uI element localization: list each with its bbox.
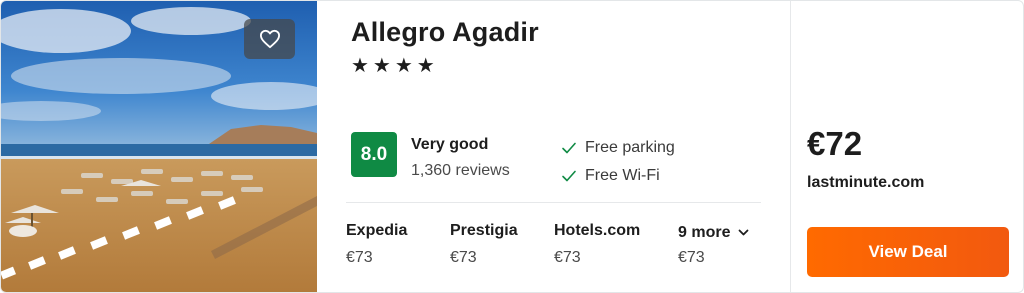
- hotel-result-card[interactable]: Allegro Agadir ★★★★ 8.0 Very good 1,360 …: [0, 0, 1024, 293]
- rating-label: Very good: [411, 136, 489, 153]
- amenity-free-parking: Free parking: [561, 139, 675, 157]
- amenity-label: Free Wi-Fi: [585, 167, 660, 184]
- provider-name: Hotels.com: [554, 222, 641, 239]
- divider: [790, 1, 791, 292]
- amenity-free-wifi: Free Wi-Fi: [561, 167, 660, 185]
- more-providers-label: 9 more: [678, 224, 731, 241]
- best-price: €72: [807, 125, 863, 162]
- check-icon: [562, 170, 576, 182]
- more-providers-button[interactable]: 9 more €73: [678, 222, 749, 267]
- provider-name: Prestigia: [450, 222, 518, 239]
- provider-price: €73: [346, 249, 373, 266]
- provider-expedia[interactable]: Expedia €73: [346, 222, 407, 267]
- favorite-button[interactable]: [244, 19, 295, 59]
- hotel-name[interactable]: Allegro Agadir: [351, 17, 539, 48]
- heart-icon: [259, 29, 280, 49]
- amenity-label: Free parking: [585, 139, 675, 156]
- provider-prestigia[interactable]: Prestigia €73: [450, 222, 518, 267]
- review-count: 1,360 reviews: [411, 162, 510, 179]
- check-icon: [562, 142, 576, 154]
- chevron-down-icon: [739, 229, 749, 236]
- provider-price: €73: [678, 249, 705, 266]
- review-score-badge: 8.0: [351, 132, 397, 177]
- provider-name: Expedia: [346, 222, 408, 239]
- best-price-site: lastminute.com: [807, 174, 925, 191]
- star-rating: ★★★★: [351, 55, 439, 77]
- provider-price: €73: [450, 249, 477, 266]
- view-deal-button[interactable]: View Deal: [807, 227, 1009, 277]
- hotel-photo[interactable]: [1, 1, 317, 292]
- divider: [346, 202, 761, 203]
- provider-price: €73: [554, 249, 581, 266]
- provider-hotels-com[interactable]: Hotels.com €73: [554, 222, 640, 267]
